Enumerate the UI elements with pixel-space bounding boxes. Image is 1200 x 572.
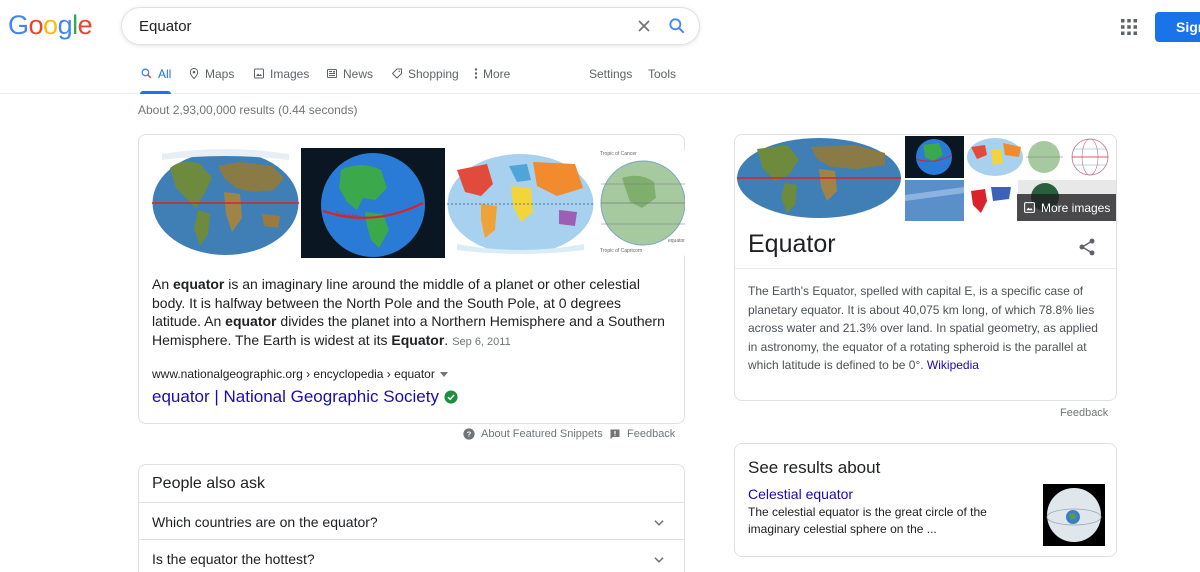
image-icon bbox=[1024, 202, 1035, 213]
paa-question[interactable]: Which countries are on the equator? bbox=[139, 502, 684, 539]
more-images-label: More images bbox=[1041, 200, 1111, 215]
map-pin-icon bbox=[189, 67, 199, 80]
close-icon[interactable] bbox=[634, 16, 654, 36]
tools-link[interactable]: Tools bbox=[648, 67, 676, 93]
search-tabs: All Maps Images News Shopping More Setti… bbox=[0, 64, 1200, 94]
news-icon bbox=[327, 69, 337, 78]
about-snippets-label: About Featured Snippets bbox=[481, 428, 603, 440]
result-cite[interactable]: www.nationalgeographic.org › encyclopedi… bbox=[152, 367, 449, 381]
featured-snippet: Equator Tropic of Cancer Tropic of Capri… bbox=[138, 134, 685, 424]
settings-label: Settings bbox=[589, 67, 633, 81]
help-icon: ? bbox=[463, 428, 475, 440]
result-stats: About 2,93,00,000 results (0.44 seconds) bbox=[138, 103, 358, 117]
world-map-image bbox=[152, 148, 299, 258]
world-map-thumbnail[interactable] bbox=[152, 148, 299, 258]
feedback-flag-icon bbox=[610, 429, 620, 440]
cite-url: www.nationalgeographic.org › encyclopedi… bbox=[152, 367, 435, 381]
knowledge-panel-divider bbox=[735, 268, 1116, 269]
celestial-equator-thumbnail[interactable] bbox=[1043, 484, 1105, 546]
tab-more[interactable]: More bbox=[474, 67, 510, 93]
paa-question-text: Is the equator the hottest? bbox=[152, 551, 315, 567]
snippet-text-part: . bbox=[444, 331, 449, 348]
search-icon bbox=[141, 68, 152, 79]
logo-letter: o bbox=[43, 10, 58, 40]
tab-label: Shopping bbox=[408, 67, 459, 81]
map-label-tropic-cancer: Tropic of Cancer bbox=[600, 151, 637, 157]
snippet-bold: equator bbox=[173, 276, 225, 292]
map-label-tropic-capricorn: Tropic of Capricorn bbox=[600, 248, 643, 254]
paa-question-text: Which countries are on the equator? bbox=[152, 514, 378, 530]
snippet-text-part: An bbox=[152, 276, 174, 292]
celestial-sphere-image bbox=[1043, 484, 1105, 546]
chevron-down-icon bbox=[654, 557, 664, 563]
logo-letter: G bbox=[8, 10, 29, 40]
globe-tropics-thumbnail[interactable]: Tropic of Cancer Tropic of Capricorn equ… bbox=[596, 148, 685, 258]
see-results-about: See results about Celestial equator The … bbox=[734, 443, 1117, 557]
more-vertical-icon bbox=[474, 68, 478, 79]
knowledge-panel-description: The Earth's Equator, spelled with capita… bbox=[748, 282, 1108, 375]
tab-label: News bbox=[343, 67, 374, 81]
continents-map-thumbnail[interactable] bbox=[447, 148, 594, 258]
map-label-equator: equator bbox=[668, 238, 685, 244]
snippet-date: Sep 6, 2011 bbox=[452, 335, 511, 348]
snippet-feedback-label: Feedback bbox=[627, 428, 676, 440]
result-title-link[interactable]: equator | National Geographic Society bbox=[152, 387, 458, 407]
tab-maps[interactable]: Maps bbox=[188, 67, 234, 93]
knowledge-panel-feedback-link[interactable]: Feedback bbox=[1060, 407, 1108, 419]
globe-image: Equator bbox=[301, 148, 445, 258]
logo-letter: g bbox=[57, 10, 73, 40]
search-icon[interactable] bbox=[667, 16, 687, 36]
knowledge-panel: More images Equator The Earth's Equator,… bbox=[734, 134, 1117, 401]
celestial-equator-link[interactable]: Celestial equator bbox=[748, 486, 853, 502]
tab-news[interactable]: News bbox=[326, 67, 373, 93]
continents-map-image bbox=[447, 148, 594, 258]
kp-description-text: The Earth's Equator, spelled with capita… bbox=[748, 284, 1098, 372]
snippet-image-strip: Equator Tropic of Cancer Tropic of Capri… bbox=[152, 148, 685, 258]
celestial-equator-description: The celestial equator is the great circl… bbox=[748, 505, 987, 536]
settings-link[interactable]: Settings bbox=[589, 67, 632, 93]
paa-title: People also ask bbox=[152, 475, 265, 492]
search-input[interactable]: Equator bbox=[139, 18, 192, 35]
search-box[interactable]: Equator bbox=[121, 7, 700, 45]
logo-letter: e bbox=[77, 10, 93, 40]
tab-label: All bbox=[158, 67, 172, 81]
tab-all[interactable]: All bbox=[140, 67, 172, 94]
tools-label: Tools bbox=[648, 67, 677, 81]
snippet-bold: Equator bbox=[391, 331, 445, 348]
sign-in-button[interactable]: Sign bbox=[1155, 12, 1200, 42]
about-featured-snippets-link[interactable]: ? About Featured Snippets bbox=[463, 428, 603, 440]
globe-tropics-image: Tropic of Cancer Tropic of Capricorn equ… bbox=[596, 148, 685, 258]
chevron-down-icon bbox=[654, 520, 664, 526]
image-icon bbox=[254, 68, 264, 79]
globe-thumbnail[interactable]: Equator bbox=[301, 148, 445, 258]
see-results-title: See results about bbox=[748, 458, 881, 477]
google-logo[interactable]: Google bbox=[8, 10, 93, 41]
snippet-bold: equator bbox=[225, 313, 277, 329]
people-also-ask: People also ask Which countries are on t… bbox=[138, 464, 685, 572]
tab-label: More bbox=[483, 67, 511, 81]
logo-letter: o bbox=[28, 10, 44, 40]
tab-shopping[interactable]: Shopping bbox=[391, 67, 459, 93]
tab-label: Maps bbox=[205, 67, 235, 81]
apps-grid-icon[interactable] bbox=[1120, 18, 1138, 36]
paa-question[interactable]: Is the equator the hottest? bbox=[139, 539, 684, 572]
more-images-button[interactable]: More images bbox=[1017, 194, 1116, 221]
tab-label: Images bbox=[270, 67, 310, 81]
verified-check-icon bbox=[444, 390, 458, 404]
share-icon[interactable] bbox=[1077, 237, 1097, 257]
svg-text:?: ? bbox=[467, 430, 472, 439]
result-title[interactable]: equator | National Geographic Society bbox=[152, 387, 439, 407]
wikipedia-link[interactable]: Wikipedia bbox=[927, 358, 979, 372]
snippet-feedback-link[interactable]: Feedback bbox=[609, 428, 675, 440]
caret-down-icon[interactable] bbox=[439, 369, 449, 379]
knowledge-panel-title: Equator bbox=[748, 230, 836, 258]
tab-images[interactable]: Images bbox=[253, 67, 309, 93]
snippet-text: An equator is an imaginary line around t… bbox=[152, 275, 667, 351]
tag-icon bbox=[391, 68, 402, 79]
